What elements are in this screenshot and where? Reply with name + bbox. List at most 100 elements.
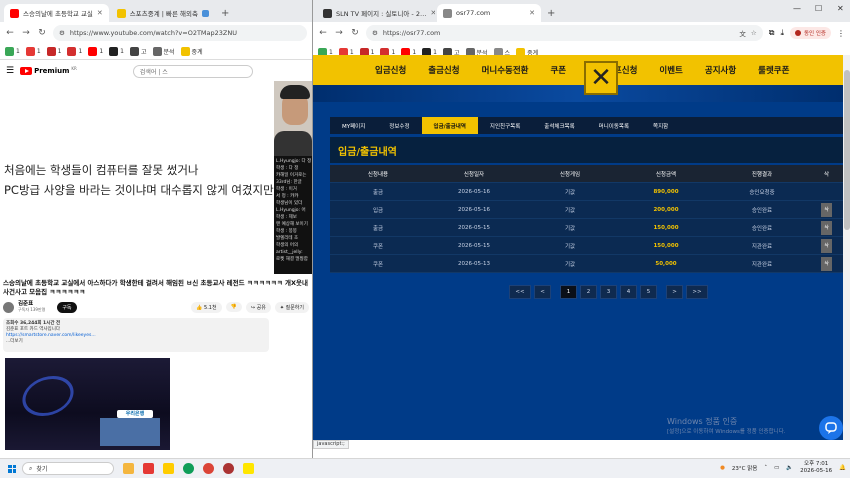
file-explorer-icon[interactable] bbox=[123, 463, 134, 474]
site-info-icon[interactable]: ⚙ bbox=[59, 29, 65, 37]
url-text: https://osr77.com bbox=[382, 29, 441, 37]
close-tab-icon[interactable]: ✕ bbox=[529, 9, 535, 17]
nav-notice[interactable]: 공지사항 bbox=[705, 64, 736, 76]
reload-icon[interactable]: ↻ bbox=[37, 28, 47, 38]
bookmark-item[interactable]: 1 bbox=[5, 47, 20, 56]
bookmark-item[interactable]: 1 bbox=[88, 47, 103, 56]
ask-button[interactable]: ✦ 질문하기 bbox=[274, 301, 309, 313]
page-scrollbar[interactable] bbox=[843, 55, 850, 440]
tab-sports-stream[interactable]: 스포츠중계 | 빠른 해외축 bbox=[111, 4, 215, 22]
delete-button[interactable]: 삭 bbox=[821, 239, 832, 253]
maximize-icon[interactable]: ☐ bbox=[815, 4, 822, 13]
subnav-money-transfer[interactable]: 머니이동목록 bbox=[587, 117, 641, 134]
taskbar-search[interactable]: ⌕ 찾기 bbox=[22, 462, 114, 475]
volume-icon[interactable]: 🔈 bbox=[786, 465, 793, 471]
bookmark-item[interactable]: 1 bbox=[67, 47, 82, 56]
subnav-messages[interactable]: 쪽지함 bbox=[641, 117, 680, 134]
weather-icon[interactable]: ● bbox=[720, 465, 725, 471]
page-prev-button[interactable]: < bbox=[534, 285, 551, 299]
translate-icon[interactable]: 文 bbox=[739, 28, 746, 38]
dislike-button[interactable]: 👎 bbox=[225, 302, 242, 312]
new-tab-button[interactable]: + bbox=[217, 4, 233, 22]
bookmark-item[interactable]: 분석 bbox=[152, 47, 175, 56]
close-popup-icon[interactable]: ✕ bbox=[584, 61, 618, 95]
reload-icon[interactable]: ↻ bbox=[350, 28, 360, 38]
back-icon[interactable]: ← bbox=[5, 28, 15, 38]
menu-dots-icon[interactable]: ⋮ bbox=[837, 29, 845, 38]
chrome-profile-icon[interactable] bbox=[223, 463, 234, 474]
bookmark-star-icon[interactable]: ☆ bbox=[751, 29, 757, 37]
nav-withdraw[interactable]: 출금신청 bbox=[428, 64, 459, 76]
network-icon[interactable]: ▭ bbox=[774, 465, 779, 471]
chrome-icon[interactable] bbox=[203, 463, 214, 474]
site-info-icon[interactable]: ⚙ bbox=[372, 29, 378, 37]
delete-button[interactable]: 삭 bbox=[821, 257, 832, 271]
bookmark-item[interactable]: 중계 bbox=[180, 47, 203, 56]
bookmark-item[interactable]: 1 bbox=[46, 47, 61, 56]
table-row: 쿠폰 2026-05-15 기값 150,000 지관완료 삭 bbox=[330, 237, 843, 255]
share-button[interactable]: ↪ 공유 bbox=[245, 301, 271, 313]
tray-chevron-icon[interactable]: ˄ bbox=[764, 465, 767, 471]
address-bar[interactable]: ⚙ https://osr77.com 文 ☆ bbox=[366, 25, 763, 41]
show-more-link[interactable]: ...더보기 bbox=[6, 339, 266, 345]
delete-button[interactable]: 삭 bbox=[821, 203, 832, 217]
notification-icon[interactable]: 🔔 bbox=[839, 465, 846, 471]
minimize-icon[interactable]: — bbox=[793, 4, 801, 13]
page-button[interactable]: 2 bbox=[580, 285, 597, 299]
subnav-attendance[interactable]: 출석체크목록 bbox=[532, 117, 586, 134]
nav-event[interactable]: 이벤트 bbox=[659, 64, 682, 76]
page-button[interactable]: 4 bbox=[620, 285, 637, 299]
nav-deposit[interactable]: 입금신청 bbox=[375, 64, 406, 76]
page-button[interactable]: 3 bbox=[600, 285, 617, 299]
address-bar[interactable]: ⚙ https://www.youtube.com/watch?v=O2TMap… bbox=[53, 25, 307, 41]
like-button[interactable]: 👍 5.1천 bbox=[191, 301, 222, 313]
tab-osr77[interactable]: osr77.com ✕ bbox=[437, 4, 541, 22]
menu-icon[interactable]: ☰ bbox=[6, 66, 14, 76]
page-button[interactable]: 5 bbox=[640, 285, 657, 299]
youtube-logo-icon[interactable] bbox=[20, 67, 33, 75]
edge-browser-icon[interactable] bbox=[183, 463, 194, 474]
channel-avatar[interactable] bbox=[3, 301, 14, 313]
live-chat-button[interactable] bbox=[819, 416, 843, 440]
bookmark-item[interactable]: 1 bbox=[25, 47, 41, 56]
forward-icon[interactable]: → bbox=[21, 28, 31, 38]
video-description[interactable]: 조회수 36,244회 1시간 전 김준표 포트 카드 역사입니다 https:… bbox=[3, 318, 269, 352]
nav-roulette[interactable]: 룰렛쿠폰 bbox=[758, 64, 789, 76]
game-app-icon[interactable] bbox=[143, 463, 154, 474]
bookmark-item[interactable]: 1 bbox=[109, 47, 124, 56]
profile-button[interactable]: 동인 인증 bbox=[790, 27, 831, 39]
new-tab-button[interactable]: + bbox=[543, 4, 559, 22]
download-icon[interactable]: ⤓ bbox=[780, 28, 784, 38]
close-tab-icon[interactable]: ✕ bbox=[430, 9, 435, 17]
tab-sln-tv[interactable]: SLN TV 페이지 : 실토니아 - 2… ✕ bbox=[317, 4, 435, 22]
nav-coupon[interactable]: 쿠폰 bbox=[550, 64, 566, 76]
kakaotalk-icon[interactable] bbox=[243, 463, 254, 474]
sticky-app-icon[interactable] bbox=[163, 463, 174, 474]
subnav-mypage[interactable]: MY페이지 bbox=[330, 117, 377, 134]
clock[interactable]: 오후 7:01 2026-05-16 bbox=[800, 461, 832, 475]
close-tab-icon[interactable]: ✕ bbox=[97, 9, 103, 17]
delete-button[interactable]: 삭 bbox=[821, 221, 832, 235]
subnav-friends[interactable]: 지인친구목록 bbox=[478, 117, 532, 134]
recommended-video-thumbnail[interactable]: 우리은행 bbox=[5, 358, 170, 450]
page-first-button[interactable]: << bbox=[509, 285, 531, 299]
youtube-brand[interactable]: Premium bbox=[34, 67, 69, 75]
subnav-edit-info[interactable]: 정보수정 bbox=[377, 117, 421, 134]
video-player[interactable]: 처음에는 학생들이 컴퓨터를 잘못 썼거나 PC방급 사양을 바라는 것이냐며 … bbox=[0, 81, 312, 274]
extensions-icon[interactable]: ⧉ bbox=[769, 28, 775, 38]
subscribe-button[interactable]: 구독 bbox=[57, 301, 77, 313]
page-button[interactable]: 1 bbox=[560, 285, 577, 299]
bookmark-item[interactable]: 고 bbox=[129, 47, 147, 56]
back-icon[interactable]: ← bbox=[318, 28, 328, 38]
forward-icon[interactable]: → bbox=[334, 28, 344, 38]
scrollbar-thumb[interactable] bbox=[844, 70, 850, 230]
subnav-deposit-history[interactable]: 입금/출금내역 bbox=[421, 117, 478, 134]
page-last-button[interactable]: >> bbox=[686, 285, 708, 299]
page-next-button[interactable]: > bbox=[666, 285, 683, 299]
start-button-icon[interactable] bbox=[8, 464, 16, 473]
tab-youtube-video[interactable]: 스승의날에 초등학교 교실 ✕ bbox=[4, 4, 109, 22]
nav-money-convert[interactable]: 머니수동전환 bbox=[482, 64, 529, 76]
weather-text[interactable]: 23°C 맑음 bbox=[732, 464, 757, 472]
close-window-icon[interactable]: ✕ bbox=[837, 4, 844, 13]
youtube-search-input[interactable]: 검색어 | 스 bbox=[132, 64, 253, 78]
